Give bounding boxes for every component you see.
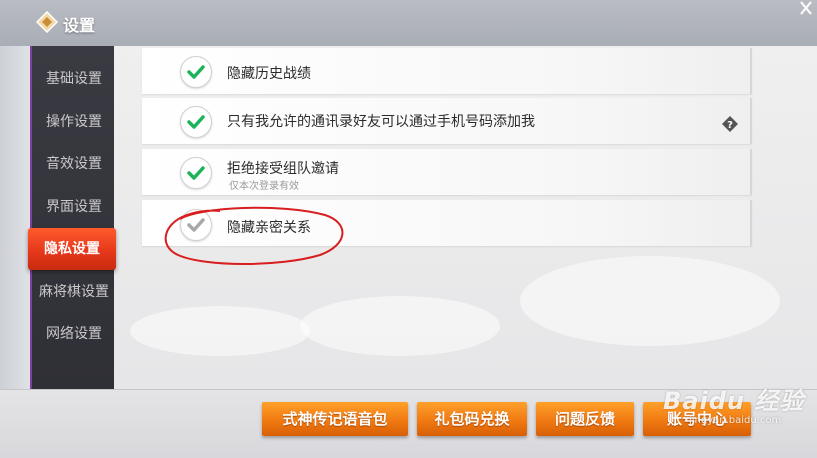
gift-code-button[interactable]: 礼包码兑换 [417,402,527,436]
option-row-hide-history[interactable]: 隐藏历史战绩 [142,48,752,94]
checkmark-icon [187,115,205,129]
checkbox-hide-history[interactable] [180,56,212,88]
corner-decoration-icon [800,1,812,15]
account-center-button[interactable]: 账号中心 [643,402,751,436]
checkbox-reject-invite[interactable] [180,157,212,189]
sidebar-item-privacy[interactable]: 隐私设置 [28,228,116,270]
option-sublabel: 仅本次登录有效 [229,181,299,192]
sidebar-item-basic[interactable]: 基础设置 [34,60,114,98]
sidebar-item-mahjong[interactable]: 麻将棋设置 [34,273,114,311]
settings-sidebar: 基础设置 操作设置 音效设置 界面设置 隐私设置 麻将棋设置 网络设置 [28,46,116,389]
option-label: 隐藏历史战绩 [227,66,311,82]
svg-text:?: ? [727,120,733,131]
checkbox-hide-intimacy[interactable] [180,209,212,241]
option-label: 拒绝接受组队邀请 [227,161,339,177]
option-row-contacts-only[interactable]: 只有我允许的通讯录好友可以通过手机号码添加我 ? [142,98,752,144]
side-frame [0,46,30,389]
sidebar-item-interface[interactable]: 界面设置 [34,188,114,226]
sidebar-item-network[interactable]: 网络设置 [34,315,114,353]
option-label: 隐藏亲密关系 [227,220,311,236]
voice-pack-button[interactable]: 式神传记语音包 [262,402,408,436]
option-row-reject-invite[interactable]: 拒绝接受组队邀请 仅本次登录有效 [142,149,752,195]
option-row-hide-intimacy[interactable]: 隐藏亲密关系 [142,200,752,246]
question-diamond-icon[interactable]: ? [722,116,738,132]
checkmark-icon [187,166,205,180]
checkmark-icon [187,65,205,79]
feedback-button[interactable]: 问题反馈 [536,402,634,436]
page-title: 设置 [63,16,96,35]
diamond-back-icon[interactable] [36,11,58,33]
option-label: 只有我允许的通讯录好友可以通过手机号码添加我 [227,114,535,130]
sidebar-item-audio[interactable]: 音效设置 [34,145,114,183]
checkbox-contacts-only[interactable] [180,106,212,138]
checkmark-icon [187,218,205,232]
top-bar: 设置 [0,0,817,48]
sidebar-item-controls[interactable]: 操作设置 [34,103,114,141]
